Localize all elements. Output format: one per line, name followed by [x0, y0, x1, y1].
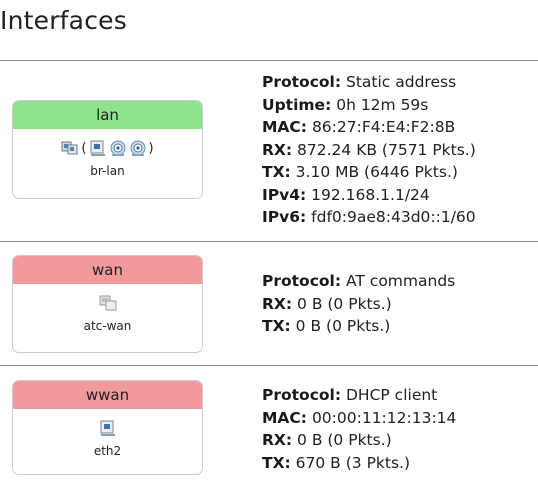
info-row-tx: TX: 0 B (0 Pkts.)	[262, 317, 391, 335]
wifi-icon	[129, 139, 147, 157]
interface-name-wwan: wwan	[13, 381, 202, 409]
ethernet-port-icon	[99, 419, 117, 437]
interface-info-lan: Protocol: Static address Uptime: 0h 12m …	[262, 71, 476, 229]
info-row-mac: MAC: 00:00:11:12:13:14	[262, 408, 457, 427]
bridge-icon	[61, 139, 79, 157]
wifi-icon	[109, 139, 127, 157]
interface-card-wan[interactable]: wan atc-wan	[12, 255, 203, 353]
info-row-rx: RX: 0 B (0 Pkts.)	[262, 294, 392, 313]
paren-close: )	[148, 140, 154, 156]
info-row-ipv4: IPv4: 192.168.1.1/24	[262, 185, 430, 204]
interface-info-wan: Protocol: AT commands RX: 0 B (0 Pkts.) …	[262, 270, 455, 338]
page-title: Interfaces	[0, 6, 127, 35]
interface-info-wwan: Protocol: DHCP client MAC: 00:00:11:12:1…	[262, 384, 456, 474]
interface-card-wwan[interactable]: wwan eth2	[12, 380, 203, 475]
info-row-uptime: Uptime: 0h 12m 59s	[262, 95, 429, 114]
info-row-mac: MAC: 86:27:F4:E4:F2:8B	[262, 118, 456, 136]
info-row-tx: TX: 670 B (3 Pkts.)	[262, 453, 411, 472]
info-row-protocol: Protocol: Static address	[262, 73, 457, 91]
info-row-rx: RX: 872.24 KB (7571 Pkts.)	[262, 140, 476, 159]
interface-icons-wwan	[13, 415, 202, 441]
interface-name-lan: lan	[13, 101, 202, 129]
info-row-protocol: Protocol: AT commands	[262, 272, 456, 290]
interface-device-lan: br-lan	[90, 164, 125, 178]
interface-device-wwan: eth2	[93, 444, 122, 458]
interface-icons-wan	[13, 290, 202, 316]
info-row-ipv6: IPv6: fdf0:9ae8:43d0::1/60	[262, 208, 476, 226]
interface-card-lan[interactable]: lan ( ) br-lan	[12, 100, 203, 199]
info-row-protocol: Protocol: DHCP client	[262, 386, 438, 404]
interface-device-wan: atc-wan	[83, 319, 132, 333]
section-divider	[0, 60, 538, 61]
virtual-device-icon	[99, 294, 117, 312]
section-divider	[0, 365, 538, 366]
info-row-rx: RX: 0 B (0 Pkts.)	[262, 431, 392, 449]
interface-name-wan: wan	[13, 256, 202, 284]
paren-open: (	[81, 140, 87, 156]
info-row-tx: TX: 3.10 MB (6446 Pkts.)	[262, 163, 458, 181]
ethernet-port-icon	[89, 139, 107, 157]
interface-icons-lan: ( )	[13, 135, 202, 161]
section-divider	[0, 241, 538, 242]
